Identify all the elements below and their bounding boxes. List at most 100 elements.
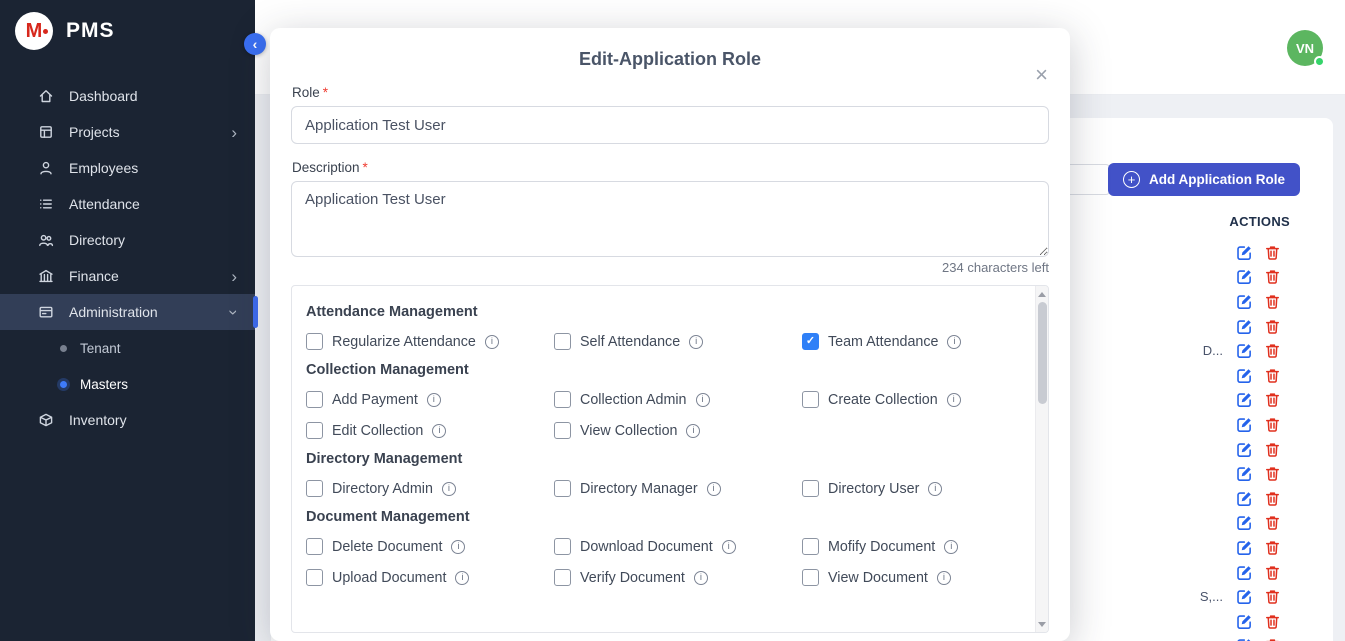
- edit-icon[interactable]: [1236, 244, 1253, 261]
- edit-icon[interactable]: [1236, 293, 1253, 310]
- checkbox-unchecked[interactable]: [554, 480, 571, 497]
- permission-option-directory-manager[interactable]: Directory Manageri: [554, 480, 802, 497]
- permission-option-create-collection[interactable]: Create Collectioni: [802, 391, 1016, 408]
- edit-icon[interactable]: [1236, 588, 1253, 605]
- delete-icon[interactable]: [1264, 342, 1281, 359]
- edit-icon[interactable]: [1236, 318, 1253, 335]
- sidebar-item-finance[interactable]: Finance›: [0, 258, 255, 294]
- sidebar-item-projects[interactable]: Projects›: [0, 114, 255, 150]
- checkbox-unchecked[interactable]: [306, 422, 323, 439]
- delete-icon[interactable]: [1264, 588, 1281, 605]
- info-icon: i: [432, 424, 446, 438]
- checkbox-unchecked[interactable]: [802, 391, 819, 408]
- checkbox-unchecked[interactable]: [306, 333, 323, 350]
- sidebar-collapse-button[interactable]: ‹: [244, 33, 266, 55]
- sidebar-item-administration[interactable]: Administration›: [0, 294, 255, 330]
- scroll-down-icon[interactable]: [1036, 618, 1048, 630]
- info-icon: i: [442, 482, 456, 496]
- checkbox-unchecked[interactable]: [554, 569, 571, 586]
- edit-icon[interactable]: [1236, 342, 1253, 359]
- permission-option-delete-document[interactable]: Delete Documenti: [306, 538, 554, 555]
- permission-option-team-attendance[interactable]: ✓Team Attendancei: [802, 333, 1016, 350]
- edit-icon[interactable]: [1236, 637, 1253, 641]
- permission-option-self-attendance[interactable]: Self Attendancei: [554, 333, 802, 350]
- info-icon: i: [485, 335, 499, 349]
- description-textarea[interactable]: Application Test User: [291, 181, 1049, 257]
- info-icon: i: [928, 482, 942, 496]
- sidebar-subitem-masters[interactable]: Masters: [0, 366, 255, 402]
- permission-label: Verify Document: [580, 570, 685, 586]
- delete-icon[interactable]: [1264, 564, 1281, 581]
- info-icon: i: [722, 540, 736, 554]
- delete-icon[interactable]: [1264, 514, 1281, 531]
- edit-icon[interactable]: [1236, 465, 1253, 482]
- permission-option-view-document[interactable]: View Documenti: [802, 569, 1016, 586]
- permission-option-download-document[interactable]: Download Documenti: [554, 538, 802, 555]
- list-icon: [38, 196, 54, 212]
- checkbox-unchecked[interactable]: [306, 480, 323, 497]
- checkbox-unchecked[interactable]: [306, 569, 323, 586]
- edit-icon[interactable]: [1236, 441, 1253, 458]
- sidebar-item-dashboard[interactable]: Dashboard: [0, 78, 255, 114]
- delete-icon[interactable]: [1264, 613, 1281, 630]
- delete-icon[interactable]: [1264, 465, 1281, 482]
- delete-icon[interactable]: [1264, 490, 1281, 507]
- permission-grid: Add PaymentiCollection AdminiCreate Coll…: [306, 391, 1016, 439]
- checkbox-unchecked[interactable]: [554, 333, 571, 350]
- delete-icon[interactable]: [1264, 367, 1281, 384]
- close-icon[interactable]: ×: [1035, 64, 1048, 86]
- delete-icon[interactable]: [1264, 441, 1281, 458]
- sidebar-item-inventory[interactable]: Inventory: [0, 402, 255, 438]
- add-application-role-button[interactable]: + Add Application Role: [1108, 163, 1300, 196]
- permission-option-verify-document[interactable]: Verify Documenti: [554, 569, 802, 586]
- edit-icon[interactable]: [1236, 564, 1253, 581]
- delete-icon[interactable]: [1264, 268, 1281, 285]
- delete-icon[interactable]: [1264, 416, 1281, 433]
- checkbox-unchecked[interactable]: [554, 391, 571, 408]
- edit-icon[interactable]: [1236, 539, 1253, 556]
- permission-option-directory-user[interactable]: Directory Useri: [802, 480, 1016, 497]
- avatar[interactable]: VN: [1287, 30, 1323, 66]
- permission-option-edit-collection[interactable]: Edit Collectioni: [306, 422, 554, 439]
- bullet-icon: [60, 381, 67, 388]
- edit-icon[interactable]: [1236, 514, 1253, 531]
- sidebar-item-attendance[interactable]: Attendance: [0, 186, 255, 222]
- delete-icon[interactable]: [1264, 539, 1281, 556]
- delete-icon[interactable]: [1264, 293, 1281, 310]
- delete-icon[interactable]: [1264, 318, 1281, 335]
- edit-icon[interactable]: [1236, 268, 1253, 285]
- app-logo: M PMS: [0, 0, 255, 62]
- permission-option-collection-admin[interactable]: Collection Admini: [554, 391, 802, 408]
- checkbox-unchecked[interactable]: [554, 538, 571, 555]
- checkbox-unchecked[interactable]: [306, 391, 323, 408]
- role-input[interactable]: [291, 106, 1049, 144]
- permission-option-view-collection[interactable]: View Collectioni: [554, 422, 802, 439]
- permission-option-directory-admin[interactable]: Directory Admini: [306, 480, 554, 497]
- app-title: PMS: [66, 19, 115, 43]
- sidebar-item-directory[interactable]: Directory: [0, 222, 255, 258]
- checkbox-unchecked[interactable]: [554, 422, 571, 439]
- scrollbar-thumb[interactable]: [1038, 302, 1047, 404]
- permission-option-mofify-document[interactable]: Mofify Documenti: [802, 538, 1016, 555]
- edit-icon[interactable]: [1236, 416, 1253, 433]
- checkbox-unchecked[interactable]: [802, 569, 819, 586]
- delete-icon[interactable]: [1264, 391, 1281, 408]
- sidebar-item-employees[interactable]: Employees: [0, 150, 255, 186]
- scroll-up-icon[interactable]: [1036, 288, 1048, 300]
- checkbox-unchecked[interactable]: [802, 480, 819, 497]
- scrollbar[interactable]: [1035, 286, 1048, 632]
- permission-option-upload-document[interactable]: Upload Documenti: [306, 569, 554, 586]
- edit-icon[interactable]: [1236, 367, 1253, 384]
- checkbox-unchecked[interactable]: [306, 538, 323, 555]
- edit-icon[interactable]: [1236, 490, 1253, 507]
- info-icon: i: [947, 335, 961, 349]
- checkbox-checked[interactable]: ✓: [802, 333, 819, 350]
- permission-option-add-payment[interactable]: Add Paymenti: [306, 391, 554, 408]
- permission-option-regularize-attendance[interactable]: Regularize Attendancei: [306, 333, 554, 350]
- delete-icon[interactable]: [1264, 244, 1281, 261]
- delete-icon[interactable]: [1264, 637, 1281, 641]
- edit-icon[interactable]: [1236, 391, 1253, 408]
- sidebar-subitem-tenant[interactable]: Tenant: [0, 330, 255, 366]
- checkbox-unchecked[interactable]: [802, 538, 819, 555]
- edit-icon[interactable]: [1236, 613, 1253, 630]
